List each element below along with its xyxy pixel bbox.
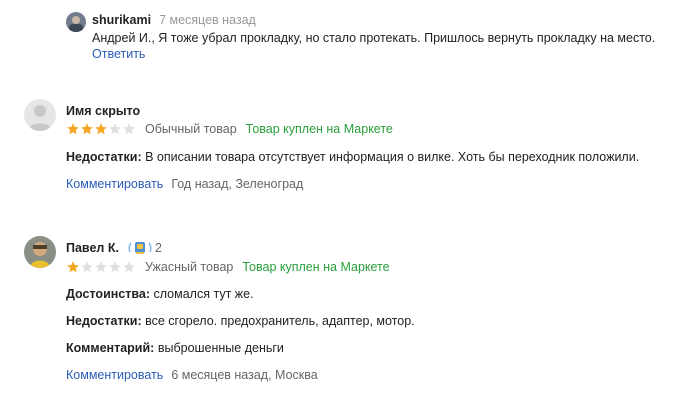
star-icon <box>81 261 93 273</box>
reply-time: 7 месяцев назад <box>159 13 256 27</box>
review-2-comment: Комментарий: выброшенные деньги <box>66 341 284 355</box>
review-1-author: Имя скрыто <box>66 104 141 118</box>
review-1-purchase-badge: Товар куплен на Маркете <box>245 122 393 136</box>
review-1-rating-row: Обычный товар Товар куплен на Маркете <box>66 122 393 136</box>
review-2-comment-value: выброшенные деньги <box>157 341 284 355</box>
review-1-footer: Комментировать Год назад, Зеленоград <box>66 177 303 191</box>
star-icon <box>109 261 121 273</box>
star-icon <box>67 261 79 273</box>
reply-avatar[interactable] <box>66 12 86 32</box>
review-2-meta: 6 месяцев назад, Москва <box>171 368 318 382</box>
review-2-cons-value: все сгорело. предохранитель, адаптер, мо… <box>145 314 415 328</box>
star-icon <box>95 261 107 273</box>
review-1-cons: Недостатки: В описании товара отсутствуе… <box>66 150 639 164</box>
review-1-cons-label: Недостатки: <box>66 150 142 164</box>
review-2-cons: Недостатки: все сгорело. предохранитель,… <box>66 314 415 328</box>
reply-button[interactable]: Ответить <box>92 47 145 61</box>
review-2-stars <box>66 260 136 274</box>
review-2-footer: Комментировать 6 месяцев назад, Москва <box>66 368 318 382</box>
review-2-purchase-badge: Товар куплен на Маркете <box>242 260 390 274</box>
star-icon <box>123 123 135 135</box>
review-2-rating-text: Ужасный товар <box>145 260 234 274</box>
reply-author[interactable]: shurikami <box>92 13 151 27</box>
review-2-pros-label: Достоинства: <box>66 287 151 301</box>
star-icon <box>81 123 93 135</box>
review-2-cons-label: Недостатки: <box>66 314 142 328</box>
review-2-header: Павел К. 2 <box>66 240 162 256</box>
review-2-level: 2 <box>154 241 162 255</box>
star-icon <box>123 261 135 273</box>
review-2-pros: Достоинства: сломался тут же. <box>66 287 254 301</box>
review-1-meta: Год назад, Зеленоград <box>171 177 304 191</box>
star-icon <box>109 123 121 135</box>
review-1-stars <box>66 122 136 136</box>
reply-text: Андрей И., Я тоже убрал прокладку, но ст… <box>92 31 656 45</box>
review-1-rating-text: Обычный товар <box>145 122 237 136</box>
review-1-cons-value: В описании товара отсутствует информация… <box>145 150 640 164</box>
review-2-author: Павел К. <box>66 241 119 255</box>
review-2-pros-value: сломался тут же. <box>153 287 254 301</box>
review-2-rating-row: Ужасный товар Товар куплен на Маркете <box>66 260 390 274</box>
review-2-comment-label: Комментарий: <box>66 341 155 355</box>
review-2-comment-button[interactable]: Комментировать <box>66 368 163 382</box>
reply-header: shurikami 7 месяцев назад <box>92 13 256 27</box>
level-badge-icon <box>127 240 153 256</box>
review-1-avatar <box>24 99 56 131</box>
review-1-comment-button[interactable]: Комментировать <box>66 177 163 191</box>
star-icon <box>67 123 79 135</box>
review-2-avatar <box>24 236 56 268</box>
star-icon <box>95 123 107 135</box>
